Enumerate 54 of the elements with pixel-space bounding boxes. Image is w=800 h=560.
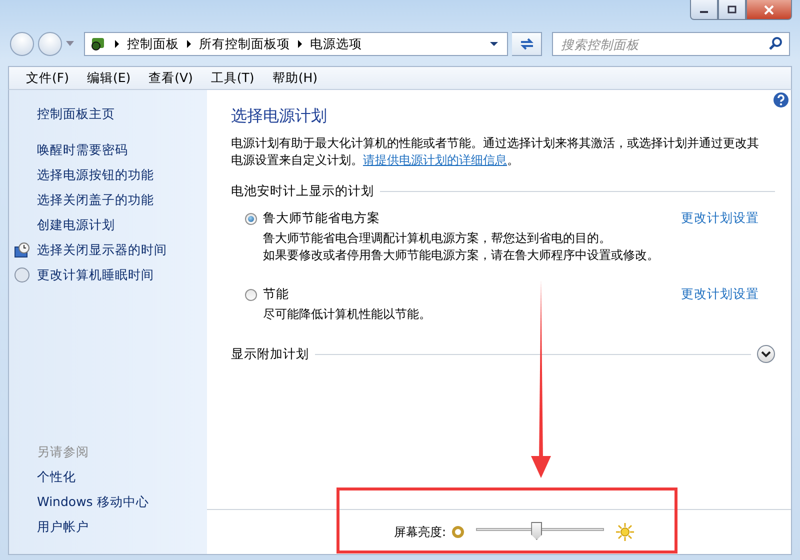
sidebar-link[interactable]: 创建电源计划 bbox=[37, 217, 115, 234]
sidebar-link[interactable]: 选择关闭显示器的时间 bbox=[37, 242, 167, 259]
sidebar-link[interactable]: 更改计算机睡眠时间 bbox=[37, 267, 154, 284]
plan-name: 节能 bbox=[263, 286, 290, 303]
bright-sun-icon bbox=[616, 523, 634, 541]
refresh-icon bbox=[518, 37, 534, 51]
section-heading: 显示附加计划 bbox=[231, 346, 309, 362]
menu-item[interactable]: 查看(V) bbox=[140, 70, 202, 86]
change-plan-settings-link[interactable]: 更改计划设置 bbox=[681, 286, 759, 303]
menu-item[interactable]: 帮助(H) bbox=[263, 70, 326, 86]
plan-description: 尽可能降低计算机性能以节能。 bbox=[263, 306, 432, 323]
brightness-slider[interactable] bbox=[476, 522, 604, 542]
see-also-heading: 另请参阅 bbox=[36, 443, 90, 461]
maximize-icon bbox=[727, 5, 737, 14]
search-field[interactable]: 搜索控制面板 bbox=[552, 32, 790, 56]
sidebar-link[interactable]: 选择关闭盖子的功能 bbox=[37, 192, 154, 209]
sidebar-link[interactable]: 个性化 bbox=[37, 469, 76, 486]
section-heading: 电池安时计上显示的计划 bbox=[231, 183, 374, 200]
close-button[interactable] bbox=[746, 0, 792, 20]
description-text: 电源计划有助于最大化计算机的性能或者节能。通过选择计划来将其激活，或选择计划并通过更改其电源设置来自定义计划。请提供电源计划的详细信息。 bbox=[231, 135, 760, 169]
refresh-button[interactable] bbox=[512, 32, 542, 56]
minimize-button[interactable] bbox=[690, 0, 718, 20]
page-title: 选择电源计划 bbox=[231, 106, 328, 127]
dropdown-icon bbox=[66, 41, 74, 47]
back-button[interactable] bbox=[10, 32, 34, 56]
plan-description: 鲁大师节能省电合理调配计算机电源方案，帮您达到省电的目的。 bbox=[263, 230, 612, 247]
sidebar-link[interactable]: Windows 移动中心 bbox=[37, 494, 149, 511]
sidebar-link[interactable]: 用户帐户 bbox=[37, 519, 89, 536]
menu-item[interactable]: 文件(F) bbox=[17, 70, 78, 86]
maximize-button[interactable] bbox=[718, 0, 746, 20]
help-icon[interactable] bbox=[773, 92, 789, 108]
change-plan-settings-link[interactable]: 更改计划设置 bbox=[681, 210, 759, 227]
dim-sun-icon bbox=[452, 526, 464, 538]
breadcrumb-item[interactable]: 电源选项 bbox=[310, 36, 362, 52]
details-link[interactable]: 请提供电源计划的详细信息 bbox=[363, 153, 507, 167]
close-icon bbox=[763, 4, 775, 14]
forward-button[interactable] bbox=[38, 32, 62, 56]
menu-item[interactable]: 工具(T) bbox=[202, 70, 264, 86]
plan-description: 如果要修改或者停用鲁大师节能电源方案，请在鲁大师程序中设置或修改。 bbox=[263, 247, 660, 264]
sidebar-link[interactable]: 唤醒时需要密码 bbox=[37, 142, 128, 159]
radio-button[interactable] bbox=[245, 288, 257, 300]
slider-thumb[interactable] bbox=[531, 522, 542, 540]
breadcrumb-item[interactable]: 所有控制面板项 bbox=[199, 36, 290, 52]
chevron-icon bbox=[761, 350, 771, 358]
search-icon bbox=[768, 36, 784, 52]
sidebar-link[interactable]: 选择电源按钮的功能 bbox=[37, 167, 154, 184]
menu-item[interactable]: 编辑(E) bbox=[78, 70, 140, 86]
radio-button[interactable] bbox=[245, 212, 257, 224]
expand-button[interactable] bbox=[757, 345, 775, 363]
plan-name: 鲁大师节能省电方案 bbox=[263, 210, 381, 227]
breadcrumb-item[interactable]: 控制面板 bbox=[127, 36, 179, 52]
clock-monitor-icon bbox=[14, 242, 30, 258]
brightness-label: 屏幕亮度: bbox=[394, 524, 446, 540]
sidebar-link[interactable]: 控制面板主页 bbox=[37, 106, 115, 123]
